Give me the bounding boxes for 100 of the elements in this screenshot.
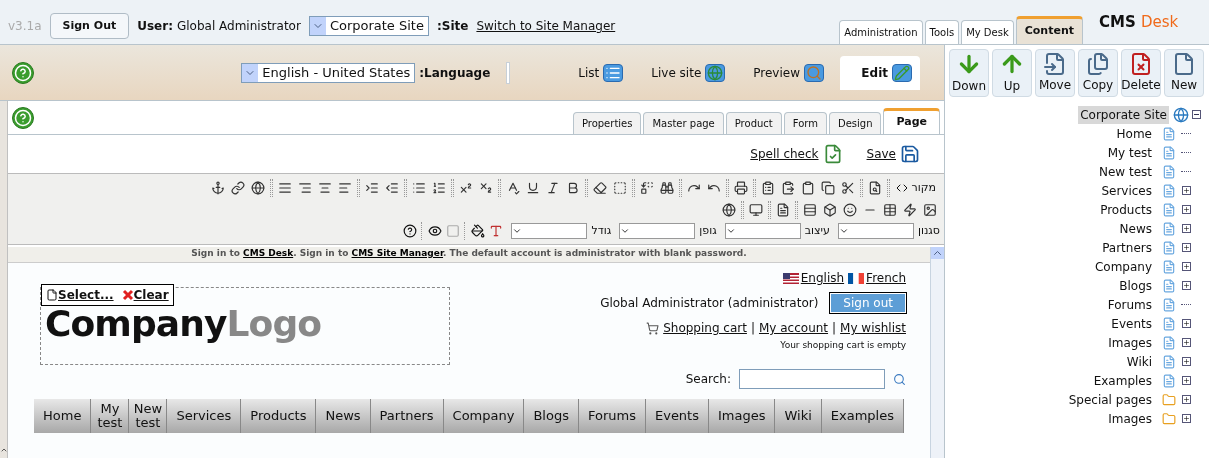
page-tab[interactable]: Product bbox=[725, 112, 782, 134]
tree-node[interactable]: Examples bbox=[1093, 371, 1152, 390]
tree-node[interactable]: Services bbox=[1101, 181, 1152, 200]
preview-icon[interactable] bbox=[428, 224, 443, 238]
tree-node[interactable]: Special pages bbox=[1068, 390, 1152, 409]
scroll-up-icon[interactable] bbox=[931, 247, 944, 259]
page-tab[interactable]: Page bbox=[883, 108, 940, 134]
expand-icon[interactable] bbox=[1182, 186, 1191, 195]
switch-site-link[interactable]: Switch to Site Manager bbox=[476, 17, 616, 35]
main-tab[interactable]: My Desk bbox=[961, 20, 1014, 44]
view-mode-button[interactable]: Live site bbox=[651, 63, 726, 82]
language-link[interactable]: English bbox=[782, 269, 845, 287]
expand-icon[interactable] bbox=[1182, 205, 1191, 214]
format-select[interactable] bbox=[619, 223, 696, 239]
menu-item[interactable]: Services bbox=[167, 399, 242, 433]
page-icon bbox=[1162, 316, 1176, 331]
flag-icon bbox=[848, 272, 865, 284]
tree-node[interactable]: Wiki bbox=[1126, 352, 1152, 371]
page-icon bbox=[1162, 373, 1176, 388]
tree-node[interactable]: Products bbox=[1100, 200, 1152, 219]
main-tab[interactable]: Content bbox=[1015, 16, 1083, 44]
tree-node[interactable]: Images bbox=[1108, 409, 1152, 428]
menu-item[interactable]: Events bbox=[645, 399, 709, 433]
account-link[interactable]: My account bbox=[758, 319, 829, 337]
tree-node[interactable]: Events bbox=[1111, 314, 1152, 333]
action-button[interactable]: Down bbox=[949, 48, 989, 97]
document-icon bbox=[1172, 51, 1196, 76]
sign-out-button[interactable]: Sign Out bbox=[49, 13, 130, 39]
expand-icon[interactable] bbox=[1182, 395, 1191, 404]
account-link[interactable]: Shopping cart bbox=[663, 319, 747, 337]
menu-item[interactable]: Wiki bbox=[775, 399, 822, 433]
action-button[interactable]: Copy bbox=[1078, 48, 1118, 97]
menu-item[interactable]: My test bbox=[91, 399, 130, 433]
menu-item[interactable]: Images bbox=[709, 399, 776, 433]
page-tab[interactable]: Design bbox=[828, 112, 882, 134]
expand-icon[interactable] bbox=[1182, 414, 1191, 423]
view-mode-button[interactable]: List bbox=[578, 63, 624, 82]
menu-item[interactable]: New test bbox=[129, 399, 168, 433]
tree-node[interactable]: Images bbox=[1108, 333, 1152, 352]
main-tab[interactable]: Administration bbox=[839, 20, 923, 44]
help-icon[interactable] bbox=[403, 224, 418, 238]
main-tab[interactable]: Tools bbox=[924, 20, 960, 44]
page-icon bbox=[1162, 354, 1176, 369]
format-select[interactable] bbox=[511, 223, 588, 239]
source-button[interactable]: מקור bbox=[891, 179, 940, 197]
page-icon bbox=[1162, 278, 1176, 293]
menu-item[interactable]: News bbox=[316, 399, 371, 433]
site-select[interactable]: Corporate Site bbox=[308, 16, 429, 36]
tree-node[interactable]: Forums bbox=[1107, 295, 1152, 314]
collapse-icon[interactable] bbox=[1192, 110, 1201, 119]
expand-icon[interactable] bbox=[1182, 281, 1191, 290]
expand-icon[interactable] bbox=[1182, 357, 1191, 366]
action-button[interactable]: New bbox=[1164, 48, 1204, 97]
page-tab[interactable]: Form bbox=[783, 112, 827, 134]
cart-icon bbox=[646, 321, 660, 335]
action-button[interactable]: Move bbox=[1035, 48, 1075, 97]
chevron-down-icon bbox=[838, 226, 849, 236]
page-tab[interactable]: Properties bbox=[572, 112, 642, 134]
expand-icon[interactable] bbox=[1182, 262, 1191, 271]
tree-node[interactable]: Corporate Site bbox=[1078, 105, 1169, 124]
search-icon[interactable] bbox=[893, 372, 906, 386]
tree-node[interactable]: Home bbox=[1116, 124, 1152, 143]
menu-item[interactable]: Products bbox=[241, 399, 317, 433]
expand-icon[interactable] bbox=[1182, 376, 1191, 385]
menu-item[interactable]: Forums bbox=[578, 399, 646, 433]
menu-item[interactable]: Home bbox=[34, 399, 92, 433]
expand-icon[interactable] bbox=[1182, 338, 1191, 347]
tree-node[interactable]: News bbox=[1119, 219, 1152, 238]
background-color-icon[interactable] bbox=[471, 224, 486, 238]
view-mode-button[interactable]: Preview bbox=[753, 63, 824, 82]
collapse-icon[interactable] bbox=[0, 446, 8, 454]
tree-node[interactable]: New test bbox=[1098, 162, 1152, 181]
expand-icon[interactable] bbox=[1182, 224, 1191, 233]
account-link[interactable]: My wishlist bbox=[840, 319, 906, 337]
menu-item[interactable]: Partners bbox=[370, 399, 444, 433]
expand-icon[interactable] bbox=[1182, 319, 1191, 328]
page-tab[interactable]: Master page bbox=[643, 112, 724, 134]
language-select[interactable]: English - United States bbox=[241, 62, 416, 83]
action-button[interactable]: Delete bbox=[1121, 48, 1161, 97]
save-link[interactable]: Save bbox=[866, 145, 896, 163]
text-color-icon[interactable] bbox=[489, 224, 504, 238]
user-label: User: bbox=[137, 18, 173, 35]
globe-icon bbox=[1173, 106, 1189, 123]
view-mode-button[interactable]: Edit bbox=[840, 55, 920, 90]
language-link[interactable]: French bbox=[848, 269, 906, 287]
documents-icon bbox=[1086, 51, 1110, 76]
menu-item[interactable]: Examples bbox=[821, 399, 904, 433]
action-button[interactable]: Up bbox=[992, 48, 1032, 97]
save-icon[interactable] bbox=[900, 144, 920, 164]
search-field[interactable] bbox=[739, 369, 885, 389]
expand-icon[interactable] bbox=[1182, 243, 1191, 252]
tree-node[interactable]: Blogs bbox=[1119, 276, 1152, 295]
menu-item[interactable]: Blogs bbox=[524, 399, 579, 433]
scrollbar[interactable] bbox=[930, 247, 944, 458]
tree-node[interactable]: Partners bbox=[1102, 238, 1152, 257]
page-icon bbox=[1162, 164, 1176, 179]
spell-check-link[interactable]: Spell check bbox=[750, 145, 819, 163]
tree-node[interactable]: Company bbox=[1094, 257, 1152, 276]
menu-item[interactable]: Company bbox=[443, 399, 525, 433]
tree-node[interactable]: My test bbox=[1107, 143, 1152, 162]
